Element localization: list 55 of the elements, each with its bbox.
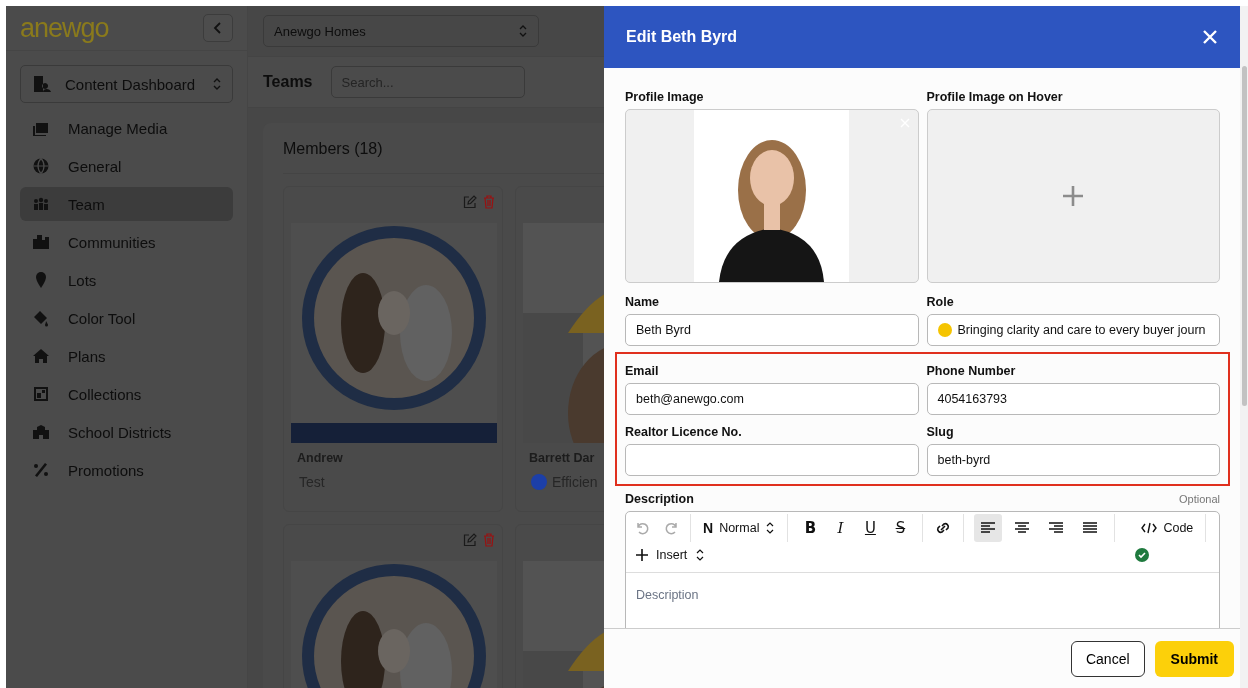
buildings-icon: [32, 233, 50, 251]
image-upload[interactable]: [625, 109, 919, 283]
scrollbar-thumb[interactable]: [1241, 66, 1247, 406]
logo: anewgo: [20, 12, 109, 44]
building-icon: [33, 75, 53, 93]
field-label: Profile Image: [625, 90, 705, 104]
frame-icon: [32, 385, 50, 403]
edit-icon[interactable]: [463, 533, 477, 547]
align-left-icon[interactable]: [974, 514, 1003, 542]
drawer-title: Edit Beth Byrd: [626, 28, 738, 46]
field-label: Description: [625, 492, 694, 506]
format-button[interactable]: S: [888, 519, 913, 537]
field-label: Email: [625, 364, 660, 378]
plus-icon: [1062, 185, 1085, 207]
house-icon: [32, 347, 50, 365]
format-button[interactable]: U: [858, 519, 883, 537]
input-field[interactable]: 4054163793: [926, 383, 1220, 415]
chevron-left-icon: [213, 21, 223, 35]
edit-icon[interactable]: [463, 195, 477, 209]
field-label: Profile Image on Hover: [926, 90, 1064, 104]
people-icon: [32, 195, 50, 213]
school-icon: [32, 423, 50, 441]
trash-icon[interactable]: [483, 195, 495, 209]
input-field[interactable]: [625, 444, 919, 476]
field-label: Role: [926, 295, 955, 309]
input-field[interactable]: beth@anewgo.com: [625, 383, 919, 415]
input-field[interactable]: Bringing clarity and care to every buyer journ: [926, 314, 1220, 346]
collapse-button[interactable]: [203, 14, 233, 42]
format-select[interactable]: N Normal: [701, 520, 778, 536]
field-label: Slug: [926, 425, 955, 439]
close-button[interactable]: [1202, 29, 1218, 45]
format-button[interactable]: I: [828, 519, 853, 537]
insert-select[interactable]: Insert: [634, 548, 708, 562]
field-label: Phone Number: [926, 364, 1017, 378]
format-button[interactable]: B: [798, 519, 823, 537]
up-down-icon: [765, 521, 776, 535]
globe-icon: [32, 157, 50, 175]
up-down-icon: [518, 23, 528, 39]
paint-bucket-icon: [32, 309, 50, 327]
up-down-icon: [212, 76, 222, 92]
field-label: Name: [625, 295, 661, 309]
percent-icon: [32, 461, 50, 479]
trash-icon[interactable]: [483, 533, 495, 547]
page-title: Teams: [263, 73, 313, 91]
input-field[interactable]: beth-byrd: [926, 444, 1220, 476]
field-label: Realtor Licence No.: [625, 425, 743, 439]
cancel-button[interactable]: Cancel: [1070, 640, 1145, 677]
up-down-icon: [695, 548, 706, 562]
submit-button[interactable]: Submit: [1154, 640, 1234, 677]
input-field[interactable]: Beth Byrd: [625, 314, 919, 346]
code-icon: [1141, 522, 1158, 534]
plus-icon: [636, 549, 648, 561]
optional-hint: Optional: [1179, 493, 1220, 505]
code-button[interactable]: Code: [1139, 521, 1196, 535]
description-field[interactable]: Description: [626, 573, 1219, 628]
